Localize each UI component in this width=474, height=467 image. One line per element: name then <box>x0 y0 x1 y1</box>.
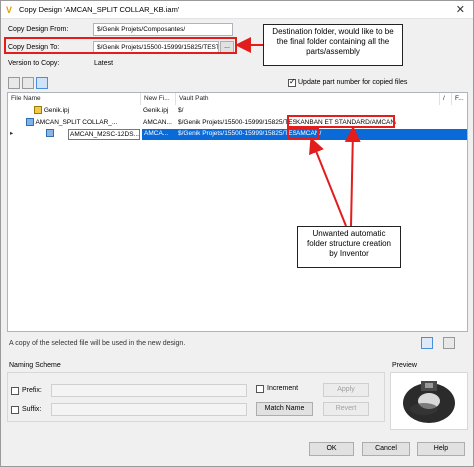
view-toggle-icon[interactable] <box>421 337 433 349</box>
revert-button[interactable]: Revert <box>323 402 369 416</box>
grid-view-icon[interactable] <box>443 337 455 349</box>
apply-button[interactable]: Apply <box>323 383 369 397</box>
suffix-checkbox[interactable] <box>11 406 19 414</box>
preview-title: Preview <box>392 362 417 369</box>
prefix-label: Prefix: <box>22 387 42 394</box>
cancel-button[interactable]: Cancel <box>362 442 410 456</box>
ok-button[interactable]: OK <box>309 442 354 456</box>
suffix-field[interactable] <box>51 403 247 416</box>
preview-pane <box>390 372 468 430</box>
unwanted-arrow-1 <box>309 137 347 227</box>
increment-label: Increment <box>267 385 299 392</box>
naming-scheme-title: Naming Scheme <box>9 362 61 369</box>
unwanted-arrow-2 <box>344 126 361 227</box>
help-button[interactable]: Help <box>417 442 465 456</box>
prefix-field[interactable] <box>51 384 247 397</box>
match-name-button[interactable]: Match Name <box>256 402 313 416</box>
copy-design-dialog: V Copy Design 'AMCAN_SPLIT COLLAR_KB.iam… <box>0 0 474 467</box>
split-collar-preview-image <box>403 381 455 423</box>
status-text: A copy of the selected file will be used… <box>9 340 186 347</box>
prefix-checkbox[interactable] <box>11 387 19 395</box>
suffix-label: Suffix: <box>22 406 42 413</box>
increment-checkbox[interactable] <box>256 385 264 393</box>
